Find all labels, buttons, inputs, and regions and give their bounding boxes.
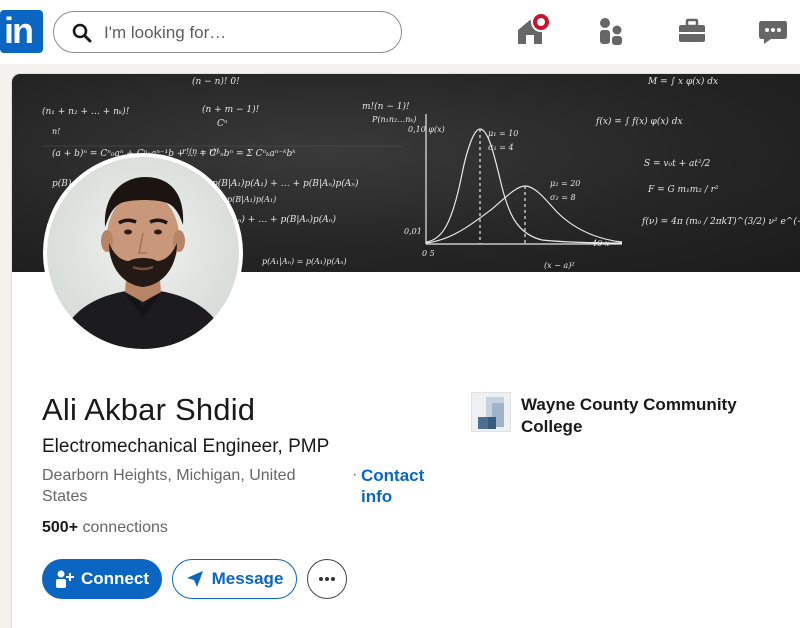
formula-text: n! — [52, 127, 60, 136]
connections-number: 500+ — [42, 519, 79, 536]
send-icon — [186, 571, 203, 587]
formula-text: p(B|A₁)p(A₁) — [227, 195, 276, 204]
profile-name: Ali Akbar Shdid — [42, 392, 256, 427]
formula-text: σ₂ = 8 — [550, 193, 576, 202]
formula-text: p(A₁|Aₙ) = p(A₁)p(Aₙ) — [262, 257, 347, 266]
home-nav-item[interactable] — [513, 12, 551, 48]
ellipsis-icon — [319, 577, 335, 581]
formula-text: 0,01 — [404, 227, 422, 236]
education-entry[interactable]: Wayne County Community College — [471, 392, 791, 440]
formula-text: (x − a)² — [544, 261, 575, 270]
formula-text: p(Aₙ) + … + p(B|Aₙ)p(Aₙ) — [222, 214, 336, 225]
formula-text: (n − n)! 0! — [192, 76, 240, 87]
network-icon — [600, 18, 622, 45]
message-button[interactable]: Message — [172, 559, 297, 599]
jobs-icon — [679, 18, 705, 42]
top-navigation: in — [0, 0, 800, 64]
formula-text: μ₁ = 10 — [488, 129, 518, 138]
linkedin-logo[interactable]: in — [0, 10, 43, 53]
formula-text: S = v₀t + at²/2 — [644, 159, 711, 169]
school-logo-graphic — [478, 397, 504, 429]
connections-count[interactable]: 500+ connections — [42, 519, 168, 537]
formula-text: (n + m − 1)! — [202, 104, 260, 115]
profile-location: Dearborn Heights, Michigan, United State… — [42, 467, 296, 505]
separator-dot: · — [352, 466, 358, 483]
formula-text: M = ∫ x φ(x) dx — [647, 76, 718, 87]
messaging-icon — [759, 21, 787, 44]
network-nav-item[interactable] — [594, 14, 628, 48]
formula-text: p(B|A₁)p(A₁) + … + p(B|Aₙ)p(Aₙ) — [212, 178, 359, 189]
search-bar[interactable] — [53, 11, 402, 53]
more-actions-button[interactable] — [307, 559, 347, 599]
messaging-nav-item[interactable] — [756, 14, 790, 48]
person-portrait — [57, 177, 229, 349]
profile-photo[interactable] — [43, 153, 243, 353]
formula-text: σ₁ = 4 — [488, 143, 514, 152]
formula-text: 40 x — [591, 239, 610, 248]
connect-button[interactable]: Connect — [42, 559, 162, 599]
school-logo — [471, 392, 511, 432]
message-label: Message — [211, 569, 284, 588]
profile-headline: Electromechanical Engineer, PMP — [42, 436, 330, 457]
profile-card: (n − n)! 0! (n₁ + n₂ + … + nₖ)! n! (n + m −… — [12, 74, 800, 628]
jobs-nav-item[interactable] — [675, 14, 709, 48]
formula-text: m!(n − 1)! — [362, 101, 410, 112]
formula-text: F = G m₁m₂ / r² — [647, 185, 719, 195]
formula-text: μ₂ = 20 — [550, 179, 580, 188]
school-name: Wayne County Community College — [521, 395, 737, 436]
formula-text: (n₁ + n₂ + … + nₖ)! — [42, 106, 130, 117]
formula-text: Cⁿ — [217, 119, 228, 129]
formula-text: f(ν) = 4π (m₀ / 2πkT)^(3/2) ν² e^(−mν²/2… — [641, 216, 800, 227]
formula-text: f(x) = ∫ f(x) φ(x) dx — [595, 116, 683, 127]
connections-label: connections — [82, 519, 168, 536]
search-input[interactable] — [104, 21, 384, 45]
search-icon — [72, 23, 92, 43]
logo-text: in — [4, 10, 34, 51]
formula-text: 0 5 — [422, 249, 435, 258]
contact-info-link[interactable]: Contact info — [361, 465, 441, 507]
formula-text: 0,10 φ(x) — [408, 125, 445, 134]
add-person-icon — [56, 570, 74, 588]
notification-badge — [531, 12, 551, 32]
formula-text: P(n₁n₂…nₖ) — [371, 115, 416, 124]
connect-label: Connect — [81, 569, 149, 588]
